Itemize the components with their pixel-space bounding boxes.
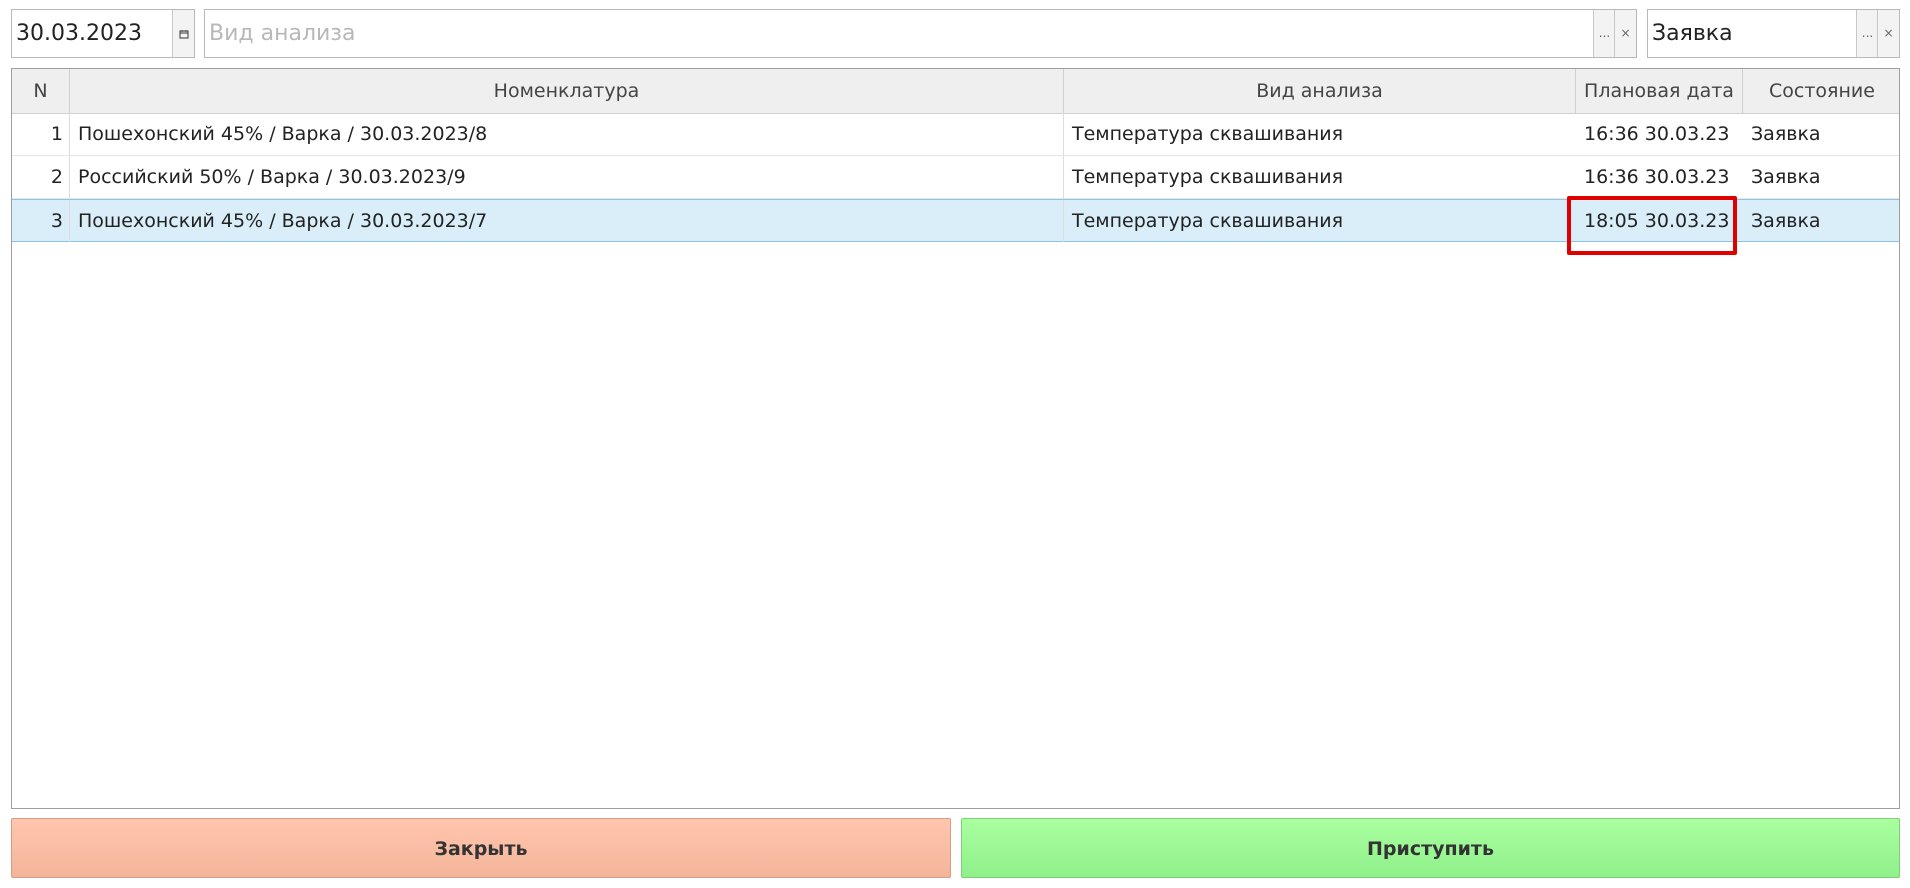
analysis-type-cell: Температура сквашивания [1072, 123, 1344, 145]
date-value[interactable]: 30.03.2023 [16, 10, 142, 57]
nomenclature-cell: Российский 50% / Варка / 30.03.2023/9 [70, 156, 1064, 198]
table-row-selected[interactable]: 3 Пошехонский 45% / Варка / 30.03.2023/7… [12, 199, 1899, 242]
state-cell: Заявка [1751, 123, 1821, 145]
close-button[interactable]: Закрыть [11, 818, 951, 878]
calendar-icon [178, 29, 189, 39]
row-number: 1 [12, 113, 70, 155]
column-header-analysis-type[interactable]: Вид анализа [1064, 69, 1576, 113]
table-row[interactable]: 1 Пошехонский 45% / Варка / 30.03.2023/8… [12, 113, 1899, 156]
analysis-type-clear-button[interactable]: × [1614, 10, 1636, 57]
analysis-type-field[interactable]: Вид анализа ... × [204, 9, 1637, 58]
analysis-table[interactable]: N Номенклатура Вид анализа Плановая дата… [11, 68, 1900, 809]
planned-date-cell: 16:36 30.03.23 [1584, 166, 1730, 188]
analysis-type-browse-button[interactable]: ... [1593, 10, 1615, 57]
status-clear-button[interactable]: × [1877, 10, 1899, 57]
row-number: 2 [12, 156, 70, 198]
calendar-button[interactable] [172, 10, 194, 57]
status-value[interactable]: Заявка [1652, 10, 1733, 57]
status-browse-button[interactable]: ... [1856, 10, 1878, 57]
column-header-state[interactable]: Состояние [1743, 69, 1899, 113]
start-button[interactable]: Приступить [961, 818, 1900, 878]
column-header-planned-date[interactable]: Плановая дата [1576, 69, 1743, 113]
table-row[interactable]: 2 Российский 50% / Варка / 30.03.2023/9 … [12, 156, 1899, 199]
analysis-type-cell: Температура сквашивания [1072, 166, 1344, 188]
nomenclature-cell: Пошехонский 45% / Варка / 30.03.2023/8 [70, 113, 1064, 155]
state-cell: Заявка [1751, 210, 1821, 232]
analysis-type-cell: Температура сквашивания [1072, 210, 1344, 232]
analysis-type-placeholder: Вид анализа [209, 21, 356, 46]
column-header-nomenclature[interactable]: Номенклатура [70, 69, 1064, 113]
nomenclature-cell: Пошехонский 45% / Варка / 30.03.2023/7 [70, 200, 1064, 242]
date-field[interactable]: 30.03.2023 [11, 9, 195, 58]
planned-date-cell: 18:05 30.03.23 [1584, 210, 1730, 232]
table-header: N Номенклатура Вид анализа Плановая дата… [12, 69, 1899, 114]
column-header-n[interactable]: N [12, 69, 70, 113]
row-number: 3 [12, 200, 70, 242]
status-field[interactable]: Заявка ... × [1647, 9, 1900, 58]
state-cell: Заявка [1751, 166, 1821, 188]
planned-date-cell: 16:36 30.03.23 [1584, 123, 1730, 145]
